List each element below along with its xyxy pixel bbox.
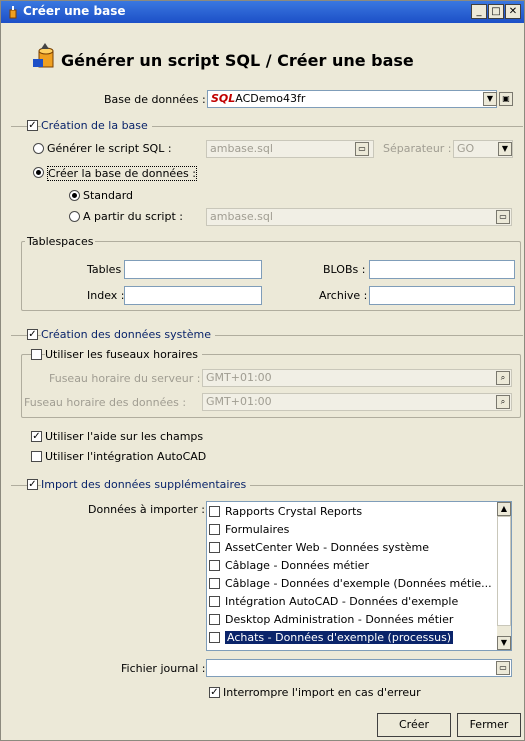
list-item[interactable]: AssetCenter Web - Données système [209,539,495,557]
database-value: ACDemo43fr [235,92,306,105]
list-item[interactable]: Formulaires [209,521,495,539]
data-to-import-label: Données à importer : [88,503,205,516]
item-checkbox[interactable] [209,506,220,517]
scroll-thumb[interactable] [497,516,511,626]
server-tz-label: Fuseau horaire du serveur : [49,372,201,385]
list-item-selected[interactable]: Achats - Données d'exemple (processus) [209,629,495,647]
search-icon[interactable]: ⌕ [496,395,510,409]
stop-on-error-label: Interrompre l'import en cas d'erreur [223,686,421,699]
generate-script-label: Générer le script SQL : [47,142,172,155]
folder-icon[interactable]: ▭ [496,661,510,675]
database-label: Base de données : [104,93,206,106]
generate-script-radio[interactable] [33,143,44,154]
close-button[interactable]: ✕ [505,4,521,19]
index-label: Index : [87,289,125,302]
separator-label: Séparateur : [383,142,452,155]
page-heading: Générer un script SQL / Créer une base [61,51,414,70]
log-file-label: Fichier journal : [121,662,206,675]
from-script-radio[interactable] [69,211,80,222]
item-checkbox[interactable] [209,596,220,607]
list-item[interactable]: Desktop Administration - Données métier [209,611,495,629]
item-checkbox[interactable] [209,614,220,625]
field-help-checkbox[interactable]: ✓ [31,431,42,442]
tables-label: Tables : [87,263,129,276]
script-path-input[interactable]: ambase.sql [206,140,374,158]
log-file-input[interactable] [206,659,512,677]
sql-logo-icon: SQL [211,92,236,105]
close-dialog-button[interactable]: Fermer [457,713,521,737]
field-help-label: Utiliser l'aide sur les champs [45,430,204,443]
import-checkbox[interactable]: ✓ [27,479,38,490]
minimize-button[interactable]: _ [471,4,487,19]
tables-input[interactable] [124,260,262,279]
folder-icon[interactable]: ▭ [355,142,369,156]
dialog-window: Créer une base _ □ ✕ Générer un script S… [0,0,525,741]
list-scrollbar[interactable]: ▲ ▼ [497,502,511,650]
standard-label: Standard [83,189,134,202]
create-db-label: Créer la base de données : [47,166,197,181]
maximize-button[interactable]: □ [488,4,504,19]
from-script-input[interactable]: ambase.sql [206,208,512,226]
app-icon [9,6,17,19]
list-item[interactable]: Câblage - Données métier [209,557,495,575]
database-select[interactable]: SQLACDemo43fr [207,90,497,108]
from-script-label: A partir du script : [83,210,183,223]
autocad-label: Utiliser l'intégration AutoCAD [45,450,207,463]
search-icon[interactable]: ⌕ [496,371,510,385]
timezones-checkbox[interactable] [31,349,42,360]
stop-on-error-checkbox[interactable]: ✓ [209,687,220,698]
data-tz-input[interactable]: GMT+01:00 [202,393,512,411]
create-db-radio[interactable] [33,167,44,178]
import-section-label: Import des données supplémentaires [41,478,251,491]
index-input[interactable] [124,286,262,305]
chevron-down-icon[interactable]: ▼ [498,142,512,156]
blobs-input[interactable] [369,260,515,279]
list-item[interactable]: Câblage - Données d'exemple (Données mét… [209,575,495,593]
item-checkbox[interactable] [209,542,220,553]
window-title: Créer une base [23,4,126,18]
standard-radio[interactable] [69,190,80,201]
scroll-down-icon[interactable]: ▼ [497,636,511,650]
item-checkbox[interactable] [209,524,220,535]
server-tz-input[interactable]: GMT+01:00 [202,369,512,387]
autocad-checkbox[interactable] [31,451,42,462]
browse-database-icon[interactable]: ▣ [499,92,513,106]
item-checkbox[interactable] [209,560,220,571]
create-button[interactable]: Créer [377,713,451,737]
list-item[interactable]: Intégration AutoCAD - Données d'exemple [209,593,495,611]
system-data-checkbox[interactable]: ✓ [27,329,38,340]
system-section-label: Création des données système [41,328,215,341]
tablespaces-label: Tablespaces [25,235,96,248]
timezones-label: Utiliser les fuseaux horaires [45,348,202,361]
creation-section-label: Création de la base [41,119,152,132]
item-checkbox[interactable] [209,578,220,589]
folder-icon[interactable]: ▭ [496,210,510,224]
import-data-list[interactable]: Rapports Crystal Reports Formulaires Ass… [206,501,512,651]
title-bar[interactable]: Créer une base _ □ ✕ [1,1,524,23]
blobs-label: BLOBs : [323,263,366,276]
creation-checkbox[interactable]: ✓ [27,120,38,131]
scroll-up-icon[interactable]: ▲ [497,502,511,516]
item-checkbox[interactable] [209,632,220,643]
archive-label: Archive : [319,289,368,302]
archive-input[interactable] [369,286,515,305]
database-wizard-icon [33,43,54,68]
chevron-down-icon[interactable]: ▼ [483,92,497,106]
list-item[interactable]: Rapports Crystal Reports [209,503,495,521]
data-tz-label: Fuseau horaire des données : [24,396,187,409]
